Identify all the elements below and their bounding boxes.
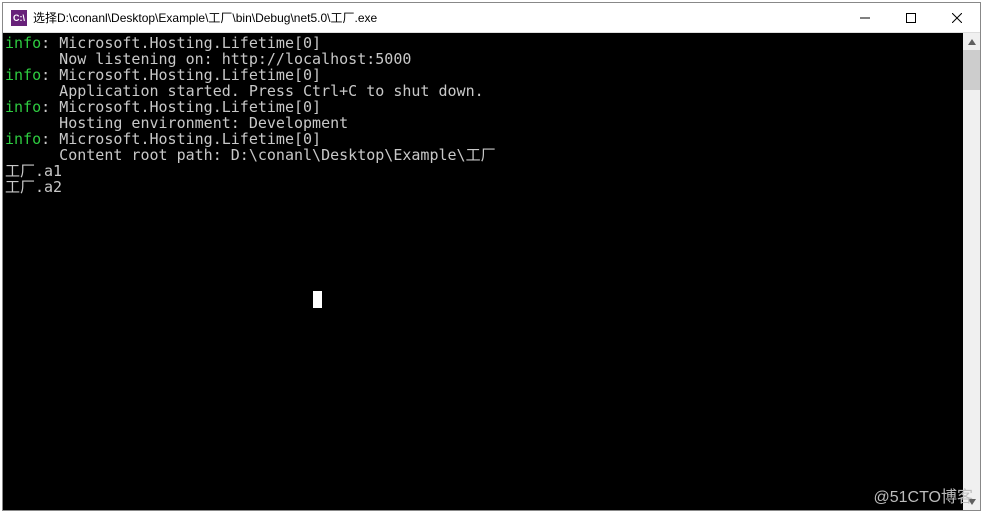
window-controls <box>842 3 980 32</box>
console-line: info: Microsoft.Hosting.Lifetime[0] <box>5 99 963 115</box>
chevron-up-icon <box>968 38 976 46</box>
text-cursor <box>313 291 322 308</box>
log-text: 工厂.a2 <box>5 178 62 196</box>
vertical-scrollbar[interactable] <box>963 33 980 510</box>
app-icon: C:\ <box>11 10 27 26</box>
console-line: info: Microsoft.Hosting.Lifetime[0] <box>5 131 963 147</box>
scroll-up-button[interactable] <box>963 33 980 50</box>
console-line: Now listening on: http://localhost:5000 <box>5 51 963 67</box>
scrollbar-thumb[interactable] <box>963 50 980 90</box>
console-line: Hosting environment: Development <box>5 115 963 131</box>
console-line: Content root path: D:\conanl\Desktop\Exa… <box>5 147 963 163</box>
maximize-button[interactable] <box>888 3 934 32</box>
log-text: Content root path: D:\conanl\Desktop\Exa… <box>5 146 496 164</box>
console-area: info: Microsoft.Hosting.Lifetime[0] Now … <box>3 33 980 510</box>
console-line: 工厂.a1 <box>5 163 963 179</box>
scroll-down-button[interactable] <box>963 493 980 510</box>
console-line: 工厂.a2 <box>5 179 963 195</box>
chevron-down-icon <box>968 498 976 506</box>
close-icon <box>952 13 962 23</box>
console-line: info: Microsoft.Hosting.Lifetime[0] <box>5 35 963 51</box>
window-title: 选择D:\conanl\Desktop\Example\工厂\bin\Debug… <box>33 9 842 26</box>
console-output[interactable]: info: Microsoft.Hosting.Lifetime[0] Now … <box>3 33 963 510</box>
titlebar[interactable]: C:\ 选择D:\conanl\Desktop\Example\工厂\bin\D… <box>3 3 980 33</box>
console-line: Application started. Press Ctrl+C to shu… <box>5 83 963 99</box>
console-window: C:\ 选择D:\conanl\Desktop\Example\工厂\bin\D… <box>2 2 981 511</box>
scrollbar-track[interactable] <box>963 50 980 493</box>
console-line: info: Microsoft.Hosting.Lifetime[0] <box>5 67 963 83</box>
minimize-icon <box>860 13 870 23</box>
minimize-button[interactable] <box>842 3 888 32</box>
maximize-icon <box>906 13 916 23</box>
close-button[interactable] <box>934 3 980 32</box>
